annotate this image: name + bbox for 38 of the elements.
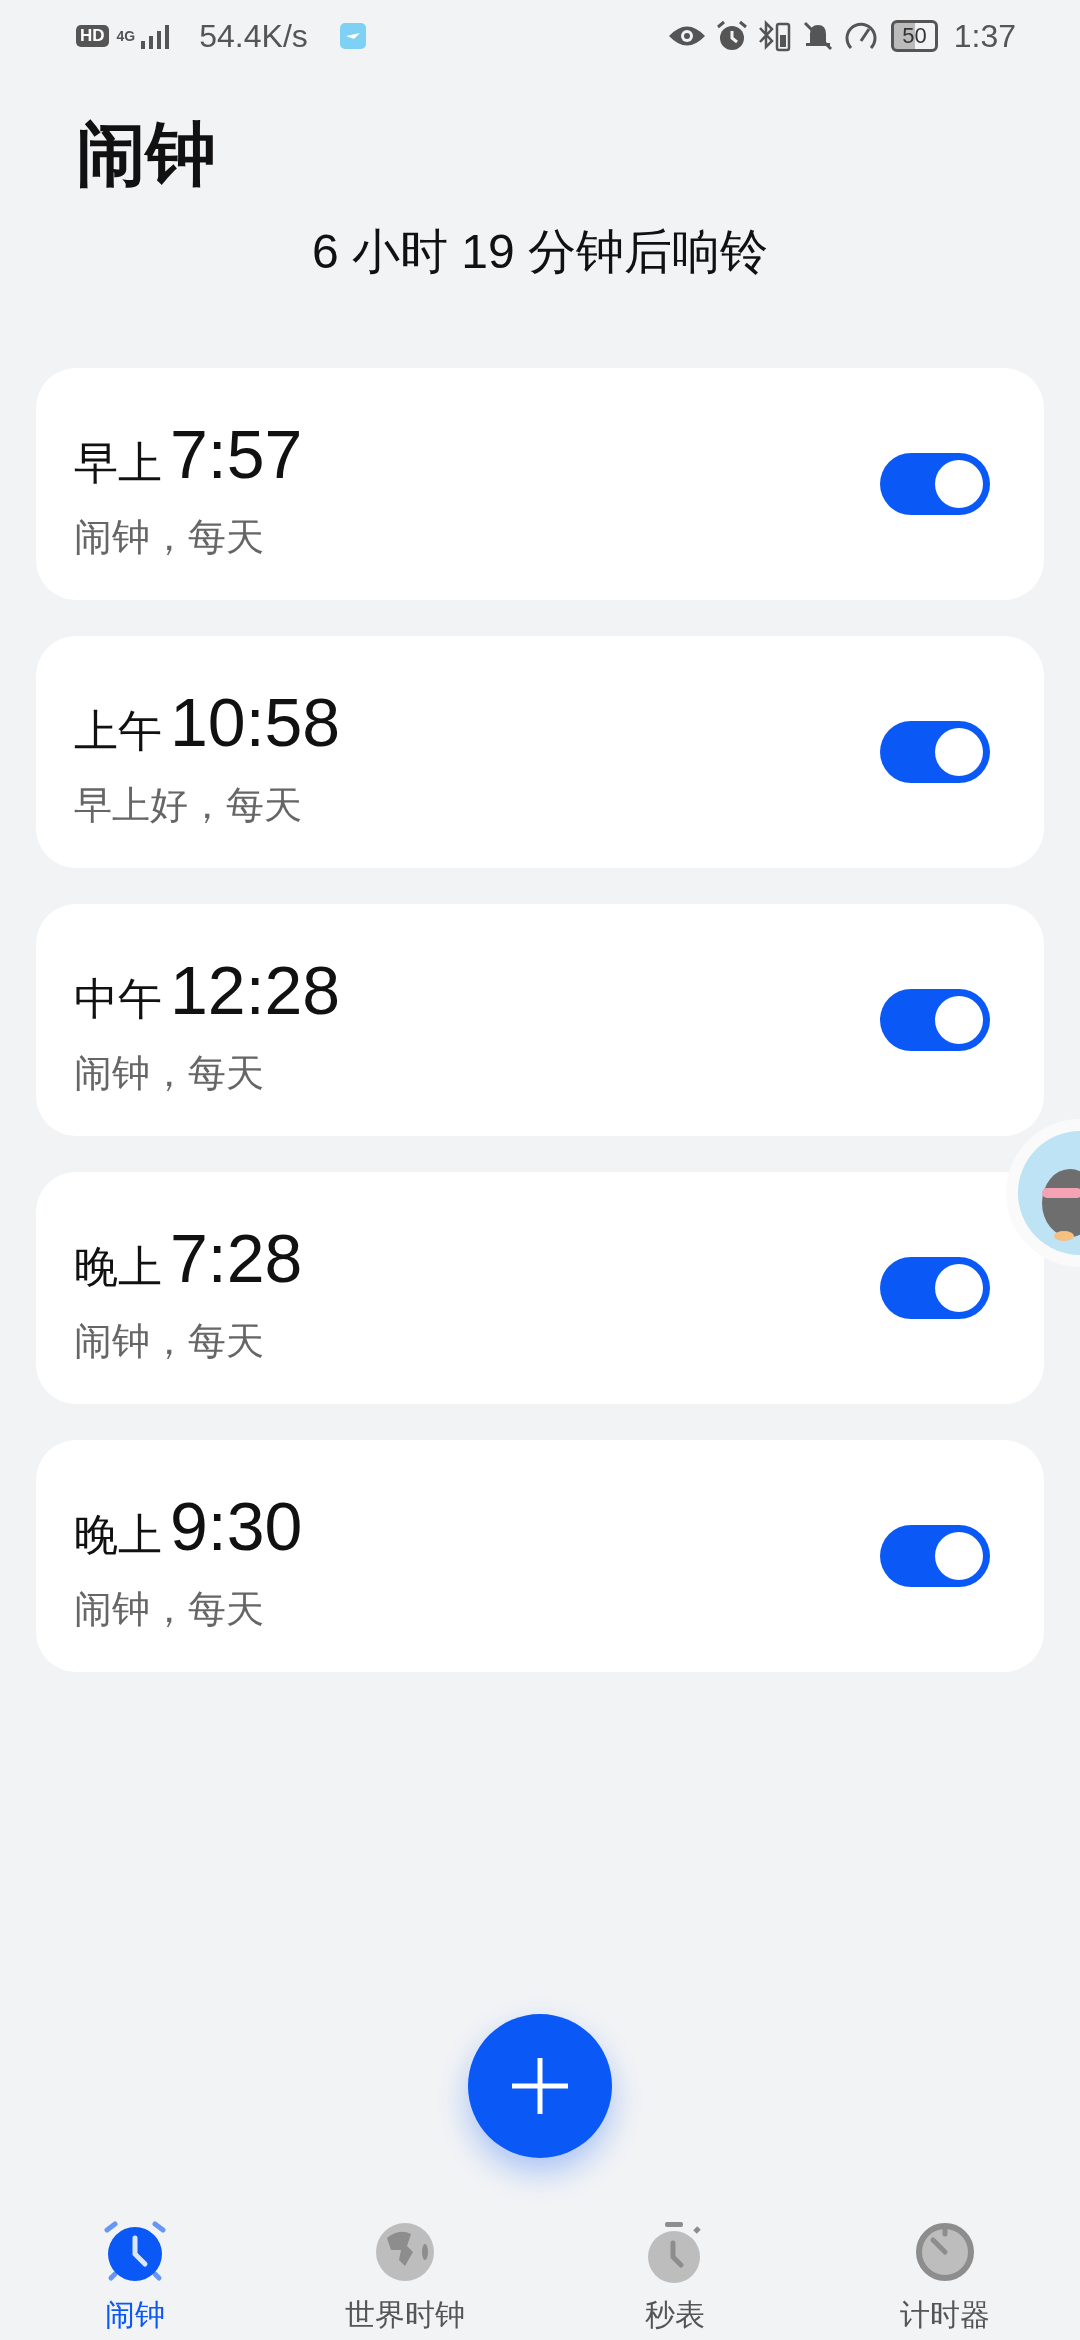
next-alarm-countdown: 6 小时 19 分钟后响铃 bbox=[310, 224, 770, 280]
alarm-time: 10:58 bbox=[170, 682, 341, 762]
globe-icon bbox=[373, 2220, 437, 2284]
alarm-period: 中午 bbox=[74, 972, 162, 1025]
alarm-time: 12:28 bbox=[170, 950, 341, 1030]
alarm-label: 闹钟，每天 bbox=[74, 1318, 265, 1364]
tab[interactable]: 闹钟 bbox=[0, 2200, 270, 2340]
alarm-card[interactable]: 上午 10:58 早上好，每天 bbox=[36, 636, 1044, 868]
hd-indicator: HD bbox=[76, 24, 109, 48]
alarm-period: 早上 bbox=[74, 436, 162, 489]
network-type: 4G bbox=[116, 29, 136, 43]
alarm-time: 9:30 bbox=[170, 1486, 303, 1566]
alarm-card[interactable]: 中午 12:28 闹钟，每天 bbox=[36, 904, 1044, 1136]
clock-time: 1:37 bbox=[953, 17, 1016, 56]
alarm-label: 早上好，每天 bbox=[74, 782, 303, 828]
timer-icon bbox=[913, 2220, 977, 2284]
network-speed: 54.4K/s bbox=[199, 17, 308, 56]
alarm-period: 上午 bbox=[74, 704, 162, 757]
alarm-card[interactable]: 晚上 9:30 闹钟，每天 bbox=[36, 1440, 1044, 1672]
alarm-period: 晚上 bbox=[74, 1508, 162, 1561]
tab[interactable]: 世界时钟 bbox=[270, 2200, 540, 2340]
plus-icon bbox=[510, 2056, 570, 2116]
alarm-label: 闹钟，每天 bbox=[74, 1050, 265, 1096]
alarm-icon bbox=[715, 19, 750, 53]
add-alarm-button[interactable] bbox=[468, 2014, 612, 2158]
alarm-label: 闹钟，每天 bbox=[74, 514, 265, 560]
alarm-clock-icon bbox=[103, 2220, 167, 2284]
app-notification-icon bbox=[339, 23, 366, 49]
alarm-card[interactable]: 早上 7:57 闹钟，每天 bbox=[36, 368, 1044, 600]
page-title: 闹钟 bbox=[76, 114, 217, 195]
alarm-period: 晚上 bbox=[74, 1240, 162, 1293]
tab[interactable]: 秒表 bbox=[540, 2200, 810, 2340]
alarm-time: 7:28 bbox=[170, 1218, 303, 1298]
tab[interactable]: 计时器 bbox=[810, 2200, 1080, 2340]
alarm-label: 闹钟，每天 bbox=[74, 1586, 265, 1632]
alarm-time: 7:57 bbox=[170, 414, 303, 494]
alarm-card[interactable]: 晚上 7:28 闹钟，每天 bbox=[36, 1172, 1044, 1404]
battery-level: 50 bbox=[891, 19, 938, 53]
